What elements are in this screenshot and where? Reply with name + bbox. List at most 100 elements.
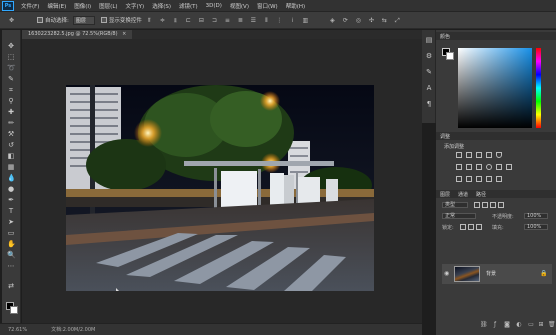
- canvas-workspace[interactable]: [22, 39, 422, 323]
- color-panel-tab[interactable]: 颜色: [436, 33, 454, 40]
- swap-colors-icon[interactable]: ⇄: [7, 282, 15, 290]
- history-brush-tool-icon[interactable]: ↺: [7, 141, 15, 149]
- align-right-icon[interactable]: ⊐: [211, 17, 218, 24]
- layer-style-icon[interactable]: ƒ: [492, 322, 498, 328]
- hue-slider[interactable]: [536, 48, 541, 128]
- crop-tool-icon[interactable]: ⌗: [7, 86, 15, 94]
- path-select-tool-icon[interactable]: ➤: [7, 218, 15, 226]
- add-mask-icon[interactable]: ◙: [504, 322, 510, 328]
- layer-row-background[interactable]: ◉ 背景 🔒: [442, 264, 552, 284]
- brush-tool-icon[interactable]: ✏: [7, 119, 15, 127]
- paths-tab[interactable]: 路径: [472, 191, 490, 198]
- align-bottom-icon[interactable]: ⫫: [172, 17, 179, 24]
- menu-help[interactable]: 帮助(H): [282, 2, 309, 10]
- zoom-level[interactable]: 72.61%: [8, 327, 27, 333]
- close-tab-icon[interactable]: ×: [122, 31, 126, 37]
- 3d-mode-icon[interactable]: ◈: [329, 17, 336, 24]
- brush-panel-icon[interactable]: ✎: [425, 68, 433, 76]
- pen-tool-icon[interactable]: ✒: [7, 196, 15, 204]
- dodge-tool-icon[interactable]: ●: [7, 185, 15, 193]
- blur-tool-icon[interactable]: 💧: [7, 174, 16, 182]
- color-lookup-icon[interactable]: [506, 164, 512, 170]
- gradient-tool-icon[interactable]: ▦: [7, 163, 15, 171]
- lock-position-icon[interactable]: [468, 224, 474, 230]
- brightness-contrast-icon[interactable]: [456, 152, 462, 158]
- photo-filter-icon[interactable]: [486, 164, 492, 170]
- invert-icon[interactable]: [456, 176, 462, 182]
- layer-kind-filter[interactable]: 类型: [442, 202, 468, 208]
- menu-type[interactable]: 文字(Y): [122, 2, 149, 10]
- properties-panel-icon[interactable]: ⚙: [425, 52, 433, 60]
- fill-input[interactable]: 100%: [524, 224, 548, 230]
- menu-select[interactable]: 选择(S): [148, 2, 175, 10]
- lock-pixels-icon[interactable]: [460, 224, 466, 230]
- new-group-icon[interactable]: ▭: [528, 322, 534, 328]
- auto-select-checkbox[interactable]: [37, 17, 43, 23]
- marquee-tool-icon[interactable]: ⬚: [7, 53, 15, 61]
- show-transform-checkbox[interactable]: [100, 17, 107, 23]
- distribute-middle-icon[interactable]: ≣: [237, 17, 244, 24]
- exposure-icon[interactable]: [486, 152, 492, 158]
- history-panel-icon[interactable]: ▤: [425, 36, 433, 44]
- 3d-drag-icon[interactable]: ✣: [368, 17, 375, 24]
- document-canvas-image[interactable]: [66, 85, 374, 291]
- posterize-icon[interactable]: [466, 176, 472, 182]
- clone-stamp-tool-icon[interactable]: ⚒: [7, 130, 15, 138]
- filter-adjust-icon[interactable]: [482, 202, 488, 208]
- layer-visibility-eye-icon[interactable]: ◉: [444, 270, 449, 277]
- distribute-top-icon[interactable]: ≡: [224, 17, 231, 24]
- menu-file[interactable]: 文件(F): [17, 2, 43, 10]
- move-tool-icon[interactable]: ✥: [7, 42, 15, 50]
- opacity-input[interactable]: 100%: [524, 213, 548, 219]
- distribute-left-icon[interactable]: ⦀: [263, 17, 270, 24]
- vibrance-icon[interactable]: [496, 152, 502, 158]
- zoom-tool-icon[interactable]: 🔍: [7, 251, 16, 259]
- menu-layer[interactable]: 图层(L): [95, 2, 121, 10]
- hue-saturation-icon[interactable]: [456, 164, 462, 170]
- menu-window[interactable]: 窗口(W): [253, 2, 282, 10]
- paragraph-panel-icon[interactable]: ¶: [425, 100, 433, 108]
- align-middle-icon[interactable]: ≑: [159, 17, 166, 24]
- channel-mixer-icon[interactable]: [496, 164, 502, 170]
- distribute-center-icon[interactable]: ⋮: [276, 17, 283, 24]
- menu-image[interactable]: 图像(I): [70, 2, 95, 10]
- 3d-rotate-icon[interactable]: ⟳: [342, 17, 349, 24]
- distribute-bottom-icon[interactable]: ☰: [250, 17, 257, 24]
- background-color-swatch[interactable]: [10, 306, 18, 314]
- more-tools-icon[interactable]: ⋯: [7, 262, 15, 270]
- align-top-icon[interactable]: ⫪: [146, 17, 153, 24]
- color-balance-icon[interactable]: [466, 164, 472, 170]
- link-layers-icon[interactable]: ⛓: [480, 322, 488, 328]
- 3d-scale-icon[interactable]: ⤢: [394, 17, 401, 24]
- distribute-right-icon[interactable]: ⁞: [289, 17, 296, 24]
- character-panel-icon[interactable]: A: [425, 84, 433, 92]
- menu-view[interactable]: 视图(V): [226, 2, 253, 10]
- hand-tool-icon[interactable]: ✋: [7, 240, 16, 248]
- delete-layer-icon[interactable]: 🗑: [548, 322, 556, 328]
- lasso-tool-icon[interactable]: ➰: [7, 64, 16, 72]
- eyedropper-tool-icon[interactable]: ⚲: [7, 97, 15, 105]
- eraser-tool-icon[interactable]: ◧: [7, 152, 15, 160]
- layers-tab[interactable]: 图层: [436, 191, 454, 198]
- black-white-icon[interactable]: [476, 164, 482, 170]
- menu-edit[interactable]: 编辑(E): [43, 2, 70, 10]
- new-layer-icon[interactable]: ⊞: [538, 322, 544, 328]
- threshold-icon[interactable]: [476, 176, 482, 182]
- layer-name[interactable]: 背景: [486, 270, 496, 277]
- menu-3d[interactable]: 3D(D): [202, 3, 226, 9]
- filter-pixel-icon[interactable]: [474, 202, 480, 208]
- filter-type-icon[interactable]: [490, 202, 496, 208]
- 3d-roll-icon[interactable]: ◎: [355, 17, 362, 24]
- type-tool-icon[interactable]: T: [7, 207, 15, 215]
- auto-select-dropdown[interactable]: 图层: [72, 15, 95, 25]
- blend-mode-select[interactable]: 正常: [442, 213, 476, 219]
- healing-brush-tool-icon[interactable]: ✚: [7, 108, 15, 116]
- 3d-slide-icon[interactable]: ⇆: [381, 17, 388, 24]
- panel-background-swatch[interactable]: [446, 52, 454, 60]
- shape-tool-icon[interactable]: ▭: [7, 229, 15, 237]
- new-adjustment-layer-icon[interactable]: ◐: [516, 322, 522, 328]
- quick-select-tool-icon[interactable]: ✎: [7, 75, 15, 83]
- menu-filter[interactable]: 滤镜(T): [175, 2, 202, 10]
- color-picker-field[interactable]: [458, 48, 532, 128]
- filter-shape-icon[interactable]: [498, 202, 504, 208]
